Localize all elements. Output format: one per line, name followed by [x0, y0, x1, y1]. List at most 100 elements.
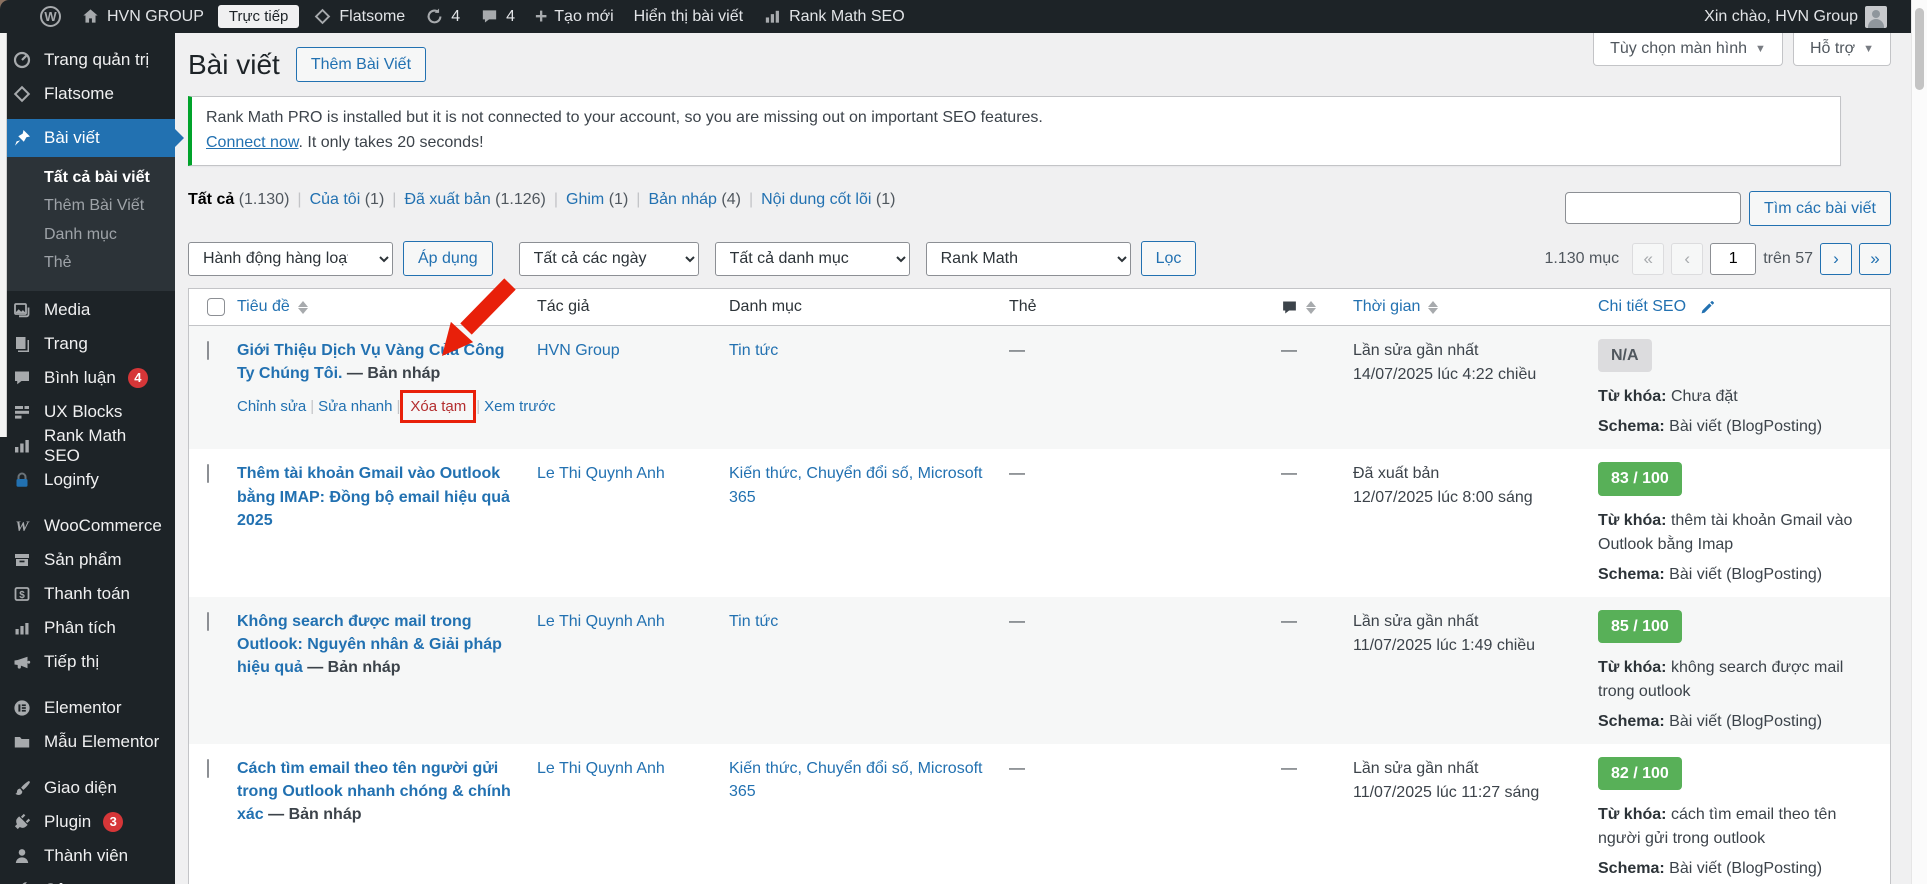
view-pinned[interactable]: Ghim (1) [566, 191, 628, 209]
my-account-menu[interactable]: Xin chào, HVN Group [1694, 0, 1897, 33]
sidebar-item-appearance[interactable]: Giao diện [0, 771, 175, 805]
select-all-checkbox[interactable] [207, 298, 225, 317]
woocommerce-icon: W [15, 519, 30, 535]
search-posts-button[interactable]: Tìm các bài viết [1748, 190, 1891, 226]
post-status-suffix: — Bản nháp [268, 806, 362, 824]
sidebar-item-pages[interactable]: Trang [0, 327, 175, 361]
sidebar-item-elementor-templates[interactable]: Mẫu Elementor [0, 725, 175, 759]
sidebar-item-marketing[interactable]: Tiếp thị [0, 645, 175, 679]
sidebar-item-analytics[interactable]: Phân tích [0, 611, 175, 645]
elementor-icon [14, 699, 30, 716]
sidebar-item-flatsome[interactable]: Flatsome [0, 77, 175, 111]
sort-icon [1306, 300, 1316, 314]
view-posts-menu[interactable]: Hiển thị bài viết [624, 0, 753, 33]
comments-menu[interactable]: 4 [470, 0, 525, 33]
dates-filter-select[interactable]: Tất cả các ngày [518, 241, 699, 276]
author-link[interactable]: Le Thi Quynh Anh [537, 613, 665, 630]
quick-edit-action-link[interactable]: Sửa nhanh [318, 398, 392, 415]
post-title-link[interactable]: Thêm tài khoản Gmail vào Outlook bằng IM… [237, 465, 510, 528]
updates-count: 4 [451, 7, 461, 25]
view-cornerstone[interactable]: Nội dung cốt lõi (1) [761, 191, 895, 209]
screen-options-button[interactable]: Tùy chọn màn hình ▼ [1593, 33, 1783, 66]
posts-table: Tiêu đề Tác giả Danh mục Thẻ Thời gian C… [188, 288, 1891, 884]
first-page-button[interactable]: « [1632, 242, 1665, 275]
svg-text:W: W [15, 519, 30, 535]
bulk-action-select[interactable]: Hành động hàng loạt [188, 241, 393, 276]
connect-now-link[interactable]: Connect now [206, 134, 299, 151]
last-page-button[interactable]: » [1859, 242, 1891, 275]
column-header-author: Tác giả [537, 298, 590, 316]
apply-button[interactable]: Áp dụng [403, 240, 493, 277]
sidebar-item-posts[interactable]: Bài viết [0, 119, 184, 157]
submenu-add-post[interactable]: Thêm Bài Viết [0, 192, 175, 220]
seo-score-badge: 85 / 100 [1598, 609, 1682, 643]
column-header-time[interactable]: Thời gian [1345, 289, 1590, 325]
sidebar-item-rank-math[interactable]: Rank Math SEO [0, 426, 175, 465]
search-input[interactable] [1564, 192, 1741, 225]
submenu-tags[interactable]: Thẻ [0, 249, 175, 277]
view-all[interactable]: Tất cả (1.130) [188, 191, 289, 209]
sidebar-item-dashboard[interactable]: Trang quản trị [0, 43, 175, 77]
row-checkbox[interactable] [207, 341, 209, 361]
rankmath-filter-select[interactable]: Rank Math [925, 241, 1131, 276]
sidebar-item-label: Flatsome [44, 84, 114, 103]
view-published[interactable]: Đã xuất bản (1.126) [404, 191, 545, 209]
chevron-down-icon: ▼ [1755, 43, 1766, 55]
column-header-title[interactable]: Tiêu đề [229, 289, 529, 325]
screen-options-label: Tùy chọn màn hình [1610, 40, 1748, 57]
author-link[interactable]: Le Thi Quynh Anh [537, 465, 665, 482]
view-separator: | [636, 190, 641, 208]
author-link[interactable]: HVN Group [537, 342, 620, 359]
page-scrollbar[interactable] [1911, 0, 1927, 884]
preview-action-link[interactable]: Xem trước [484, 398, 556, 415]
sidebar-item-ux-blocks[interactable]: UX Blocks [0, 395, 175, 429]
sidebar-item-tools[interactable]: Công cụ [0, 873, 175, 884]
trash-action-link[interactable]: Xóa tạm [410, 398, 466, 415]
add-new-post-button[interactable]: Thêm Bài Viết [295, 47, 427, 83]
sidebar-item-payments[interactable]: $ Thanh toán [0, 577, 175, 611]
sidebar-item-media[interactable]: Media [0, 293, 175, 327]
prev-page-button[interactable]: ‹ [1671, 242, 1704, 275]
rank-math-seo-icon [15, 439, 29, 453]
category-filter-select[interactable]: Tất cả danh mục [714, 241, 910, 276]
wordpress-logo-menu[interactable]: W [30, 0, 71, 33]
submenu-all-posts[interactable]: Tất cả bài viết [0, 164, 175, 192]
new-content-menu[interactable]: + Tạo mới [525, 0, 624, 33]
live-status-chip[interactable]: Trực tiếp [217, 5, 300, 28]
site-name-menu[interactable]: HVN GROUP [71, 0, 214, 33]
current-page-input[interactable] [1710, 242, 1757, 275]
sort-icon [1428, 300, 1439, 314]
category-links[interactable]: Kiến thức, Chuyển đổi số, Microsoft 365 [729, 760, 983, 800]
scrollbar-thumb[interactable] [1915, 8, 1924, 90]
submenu-categories[interactable]: Danh mục [0, 221, 175, 249]
sidebar-item-plugins[interactable]: Plugin 3 [0, 805, 175, 839]
help-button[interactable]: Hỗ trợ ▼ [1792, 33, 1891, 66]
category-links[interactable]: Kiến thức, Chuyển đổi số, Microsoft 365 [729, 465, 983, 505]
total-pages-label: trên 57 [1763, 249, 1813, 267]
category-links[interactable]: Tin tức [729, 613, 778, 630]
sidebar-item-products[interactable]: Sản phẩm [0, 543, 175, 577]
edit-action-link[interactable]: Chỉnh sửa [237, 398, 306, 415]
sidebar-item-woocommerce[interactable]: W WooCommerce [0, 509, 175, 543]
author-link[interactable]: Le Thi Quynh Anh [537, 760, 665, 777]
sidebar-item-users[interactable]: Thành viên [0, 839, 175, 873]
column-header-comments[interactable] [1273, 289, 1345, 325]
sidebar-item-loginfy[interactable]: Loginfy [0, 463, 175, 497]
row-checkbox[interactable] [207, 611, 209, 631]
view-drafts[interactable]: Bản nháp (4) [648, 191, 741, 209]
sidebar-item-comments[interactable]: Bình luận 4 [0, 361, 175, 395]
notice-tail: . It only takes 20 seconds! [298, 133, 484, 151]
row-checkbox[interactable] [207, 464, 209, 484]
rank-math-menu[interactable]: Rank Math SEO [753, 0, 915, 33]
updates-menu[interactable]: 4 [415, 0, 470, 33]
flatsome-menu[interactable]: Flatsome [303, 0, 415, 33]
filter-button[interactable]: Lọc [1140, 240, 1197, 277]
row-checkbox[interactable] [207, 758, 209, 778]
sidebar-item-elementor[interactable]: Elementor [0, 691, 175, 725]
view-mine[interactable]: Của tôi (1) [310, 191, 385, 209]
posts-submenu: Tất cả bài viết Thêm Bài Viết Danh mục T… [0, 157, 175, 291]
category-links[interactable]: Tin tức [729, 342, 778, 359]
chevron-down-icon: ▼ [1863, 43, 1874, 55]
next-page-button[interactable]: › [1820, 242, 1852, 275]
main-content: Tùy chọn màn hình ▼ Hỗ trợ ▼ Bài viết Th… [175, 33, 1911, 884]
